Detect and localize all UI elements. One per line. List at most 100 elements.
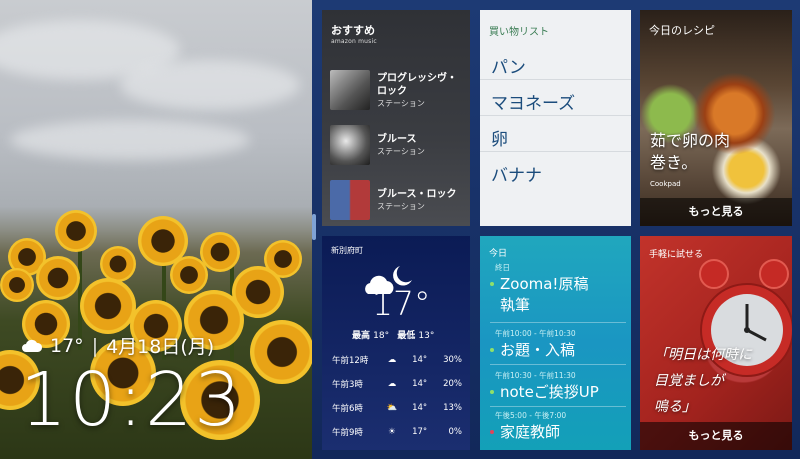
low-label: 最低 xyxy=(397,331,416,341)
cloud-icon: ☁ xyxy=(387,355,397,365)
recipe-card[interactable]: 今日のレシピ 茹で卵の肉 巻き。 Cookpad もっと見る xyxy=(640,10,792,226)
list-item[interactable]: マヨネーズ xyxy=(480,80,631,116)
event-dot xyxy=(490,281,494,286)
music-item[interactable]: プログレッシヴ・ロック ステーション xyxy=(330,68,464,112)
music-item-sub: ステーション xyxy=(377,202,425,211)
weather-card[interactable]: 新別府町 17° 最高 18° 最低 13° 午前12時 ☁ 14° 30% 午… xyxy=(322,236,470,450)
list-item[interactable]: バナナ xyxy=(480,152,631,188)
tip-text: 「明日は何時に 目覚ましが 鳴る」 xyxy=(654,342,752,420)
event-dot xyxy=(490,429,494,434)
current-weather-line: 17° | 4月18日(月) xyxy=(20,332,243,359)
forecast-precip: 0% xyxy=(448,427,463,437)
current-date: 4月18日(月) xyxy=(106,336,215,358)
high-label: 最高 xyxy=(352,331,371,341)
forecast-precip: 13% xyxy=(443,403,462,413)
tip-more-button[interactable]: もっと見る xyxy=(640,422,792,450)
tip-line: 目覚ましが xyxy=(654,373,724,389)
schedule-card[interactable]: 今日 終日 Zooma!原稿 執筆 午前10:00 - 午前10:30 お題・入… xyxy=(480,236,631,450)
cloud-shape xyxy=(10,120,250,160)
cloud-icon xyxy=(22,339,43,352)
forecast-time: 午前9時 xyxy=(332,428,363,438)
album-art xyxy=(330,70,370,110)
music-item[interactable]: ブルース ステーション xyxy=(330,123,464,167)
music-item-name: プログレッシヴ・ロック xyxy=(377,72,457,97)
amazon-music-logo: amazon music xyxy=(331,38,377,45)
forecast-time: 午前3時 xyxy=(332,380,363,390)
event-name: Zooma!原稿 xyxy=(500,275,589,293)
tip-line: 鳴る」 xyxy=(654,399,696,415)
forecast-temp: 14° xyxy=(412,403,428,413)
calendar-event[interactable]: 午後5:00 - 午後7:00 家庭教師 xyxy=(490,410,628,442)
forecast-precip: 30% xyxy=(443,355,462,365)
shopping-list-title: 買い物リスト xyxy=(489,27,549,38)
calendar-event[interactable]: 午前10:00 - 午前10:30 お題・入稿 xyxy=(490,328,628,360)
sunflower xyxy=(100,246,136,282)
recipe-name: 茹で卵の肉 巻き。 xyxy=(650,130,730,174)
list-item[interactable]: パン xyxy=(480,44,631,80)
recipe-name-line: 巻き。 xyxy=(650,153,698,172)
separator: | xyxy=(91,334,99,357)
music-item[interactable]: ブルース・ロック ステーション xyxy=(330,178,464,222)
list-item[interactable]: 卵 xyxy=(480,116,631,152)
shopping-list-card[interactable]: 買い物リスト パン マヨネーズ 卵 バナナ xyxy=(480,10,631,226)
event-name-line2: 執筆 xyxy=(500,296,531,314)
event-time: 午後5:00 - 午後7:00 xyxy=(495,411,567,420)
album-art xyxy=(330,180,370,220)
forecast-temp: 17° xyxy=(412,427,428,437)
event-dot xyxy=(490,389,494,394)
tip-line: 「明日は何時に xyxy=(654,347,752,363)
sunflower xyxy=(250,320,312,384)
event-name: 家庭教師 xyxy=(500,423,561,441)
event-time: 終日 xyxy=(495,263,510,272)
event-time: 午前10:30 - 午前11:30 xyxy=(495,371,576,380)
forecast-temp: 14° xyxy=(412,379,428,389)
divider xyxy=(490,364,626,365)
alexa-tip-card[interactable]: 手軽に試せる 「明日は何時に 目覚ましが 鳴る」 もっと見る xyxy=(640,236,792,450)
recipe-more-button[interactable]: もっと見る xyxy=(640,198,792,226)
panel-drag-handle[interactable] xyxy=(312,214,316,240)
forecast-time: 午前6時 xyxy=(332,404,363,414)
sunflower xyxy=(170,256,208,294)
recipe-name-line: 茹で卵の肉 xyxy=(650,131,731,150)
album-art xyxy=(330,125,370,165)
sun-icon: ☀ xyxy=(388,427,396,437)
partly-cloudy-icon: ⛅ xyxy=(386,403,398,413)
clock-time: 10:23 xyxy=(20,357,244,443)
calendar-event[interactable]: 午前10:30 - 午前11:30 noteご挨拶UP xyxy=(490,370,628,402)
music-card-title: おすすめ xyxy=(331,24,375,37)
current-temp: 17° xyxy=(50,334,84,357)
cloud-icon: ☁ xyxy=(387,379,397,389)
event-name: noteご挨拶UP xyxy=(500,383,599,401)
schedule-title: 今日 xyxy=(489,249,508,259)
forecast-row: 午前12時 ☁ 14° 30% xyxy=(332,354,462,366)
forecast-row: 午前3時 ☁ 14° 20% xyxy=(332,378,462,390)
forecast-temp: 14° xyxy=(412,355,428,365)
divider xyxy=(490,406,626,407)
cloud-shape xyxy=(120,60,300,110)
event-time: 午前10:00 - 午前10:30 xyxy=(495,329,576,338)
event-dot xyxy=(490,347,494,352)
high-value: 18° xyxy=(373,331,390,341)
sunflower xyxy=(0,268,34,302)
music-item-name: ブルース xyxy=(377,134,417,145)
forecast-time: 午前12時 xyxy=(332,356,369,366)
weather-high-low: 最高 18° 最低 13° xyxy=(352,328,434,341)
music-item-name: ブルース・ロック xyxy=(377,189,457,200)
divider xyxy=(490,322,626,323)
sunflower xyxy=(55,210,97,252)
forecast-row: 午前6時 ⛅ 14° 13% xyxy=(332,402,462,414)
recipe-source: Cookpad xyxy=(650,180,681,188)
low-value: 13° xyxy=(418,331,435,341)
weather-current-temp: 17° xyxy=(372,284,431,323)
music-item-sub: ステーション xyxy=(377,98,425,108)
sunflower xyxy=(80,278,136,334)
forecast-row: 午前9時 ☀ 17° 0% xyxy=(332,426,462,438)
calendar-event[interactable]: 終日 Zooma!原稿 執筆 xyxy=(490,262,628,315)
forecast-precip: 20% xyxy=(443,379,462,389)
background-photo: 17° | 4月18日(月) 10:23 xyxy=(0,0,312,459)
music-recommendations-card[interactable]: おすすめ amazon music プログレッシヴ・ロック ステーション ブルー… xyxy=(322,10,470,226)
clock-widget: 17° | 4月18日(月) 10:23 xyxy=(20,332,244,443)
weather-city: 新別府町 xyxy=(331,246,363,255)
sunflower xyxy=(36,256,80,300)
music-item-sub: ステーション xyxy=(377,147,425,156)
